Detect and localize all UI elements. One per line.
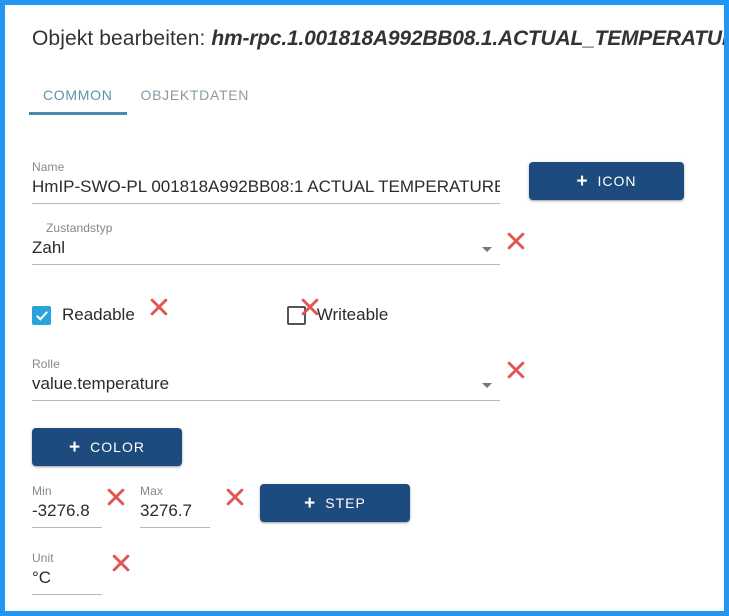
readable-checkbox[interactable] <box>32 305 51 325</box>
flags-row: Readable Writeable <box>32 305 388 325</box>
clear-unit-icon[interactable] <box>110 552 132 574</box>
clear-role-icon[interactable] <box>505 359 527 381</box>
tab-common[interactable]: COMMON <box>29 83 127 115</box>
max-field-underline <box>140 527 210 528</box>
readable-checkbox-label: Readable <box>62 305 135 324</box>
add-color-button-label: COLOR <box>90 439 145 455</box>
add-color-button[interactable]: + COLOR <box>32 428 182 466</box>
unit-input[interactable]: °C <box>32 565 102 591</box>
unit-field-underline <box>32 594 102 595</box>
tab-objektdaten[interactable]: OBJEKTDATEN <box>127 83 264 115</box>
add-step-button[interactable]: + STEP <box>260 484 410 522</box>
name-field-group: Name HmIP-SWO-PL 001818A992BB08:1 ACTUAL… <box>32 160 500 204</box>
max-input[interactable]: 3276.7 <box>140 498 210 524</box>
role-field-row[interactable]: value.temperature <box>32 371 500 401</box>
add-icon-button[interactable]: + ICON <box>529 162 684 200</box>
statetype-select[interactable]: Zahl <box>32 235 500 261</box>
role-field-label: Rolle <box>32 357 60 371</box>
clear-min-icon[interactable] <box>105 486 127 508</box>
statetype-field-underline <box>32 264 500 265</box>
clear-writeable-icon[interactable] <box>299 296 321 318</box>
writeable-checkbox-label: Writeable <box>316 305 389 324</box>
statetype-field-row[interactable]: Zahl <box>32 235 500 265</box>
role-select[interactable]: value.temperature <box>32 371 500 397</box>
role-field-underline <box>32 400 500 401</box>
unit-field-label: Unit <box>32 551 54 565</box>
min-field-label: Min <box>32 484 52 498</box>
clear-max-icon[interactable] <box>224 486 246 508</box>
max-field-label: Max <box>140 484 163 498</box>
statetype-field-label: Zustandstyp <box>46 221 113 235</box>
unit-field-group: Unit °C <box>32 551 102 595</box>
tab-common-label: COMMON <box>43 87 113 103</box>
plus-icon: + <box>576 170 588 192</box>
statetype-field-group: Zustandstyp Zahl <box>32 221 500 265</box>
readable-checkbox-group[interactable]: Readable <box>32 305 135 325</box>
tab-objektdaten-label: OBJEKTDATEN <box>140 87 250 103</box>
max-field-row[interactable]: 3276.7 <box>140 498 210 528</box>
plus-icon: + <box>304 492 316 514</box>
clear-readable-icon[interactable] <box>148 296 170 318</box>
name-field-row[interactable]: HmIP-SWO-PL 001818A992BB08:1 ACTUAL TEMP… <box>32 174 500 204</box>
chevron-down-icon[interactable] <box>482 247 492 252</box>
clear-statetype-icon[interactable] <box>505 230 527 252</box>
add-step-button-label: STEP <box>325 495 366 511</box>
add-icon-button-label: ICON <box>597 173 637 189</box>
min-input[interactable]: -3276.8 <box>32 498 102 524</box>
name-input[interactable]: HmIP-SWO-PL 001818A992BB08:1 ACTUAL TEMP… <box>32 174 500 200</box>
name-field-underline <box>32 203 500 204</box>
max-field-group: Max 3276.7 <box>140 484 210 528</box>
min-field-group: Min -3276.8 <box>32 484 102 528</box>
role-field-group: Rolle value.temperature <box>32 357 500 401</box>
plus-icon: + <box>69 436 81 458</box>
tab-bar: COMMON OBJEKTDATEN <box>29 83 263 115</box>
dialog-body: Objekt bearbeiten: hm-rpc.1.001818A992BB… <box>5 5 724 611</box>
page-title: Objekt bearbeiten: hm-rpc.1.001818A992BB… <box>32 27 729 51</box>
page-title-object-id: hm-rpc.1.001818A992BB08.1.ACTUAL_TEMPERA… <box>211 27 729 50</box>
min-field-row[interactable]: -3276.8 <box>32 498 102 528</box>
chevron-down-icon[interactable] <box>482 383 492 388</box>
edit-object-dialog-window: Objekt bearbeiten: hm-rpc.1.001818A992BB… <box>0 0 729 616</box>
page-title-prefix: Objekt bearbeiten: <box>32 27 212 50</box>
min-field-underline <box>32 527 102 528</box>
name-field-label: Name <box>32 160 65 174</box>
unit-field-row[interactable]: °C <box>32 565 102 595</box>
